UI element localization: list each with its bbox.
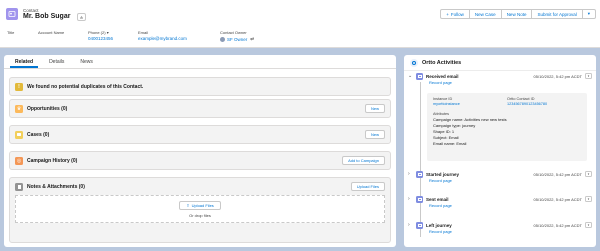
tab-news[interactable]: News [75,55,98,68]
contact-icon [6,8,18,20]
contact-id-label: Ortto Contact ID [507,97,535,101]
new-case-button[interactable]: New Case [468,9,502,19]
duplicates-card: ! We found no potential duplicates of th… [9,77,391,96]
follow-button[interactable]: + Follow [440,9,470,19]
new-opportunity-button[interactable]: New [364,104,385,113]
owner-field: Contact Owner SF Owner ⇄ [220,30,255,42]
attribute-line: Email name: Email [433,141,467,146]
activity-title: Left journey [426,222,452,228]
upload-files-button[interactable]: ⇪ Upload Files [179,200,221,210]
journey-activity-icon [416,221,423,229]
activity-time: 05/10/2022, 5:42 pm ACDT [533,171,582,177]
journey-activity-icon [416,170,423,178]
chevron-right-icon[interactable]: › [408,196,414,202]
activity-item: › Started journey 05/10/2022, 5:42 pm AC… [408,170,592,183]
opportunity-icon: ♛ [15,104,23,113]
email-field: Email example@mybrand.com [138,30,187,41]
activity-time: 05/10/2022, 5:42 pm ACDT [533,73,582,79]
email-link[interactable]: example@mybrand.com [138,36,187,41]
upload-files-header-button[interactable]: Upload Files [350,182,385,191]
record-header: Contact Mr. Bob Sugar ⋔ + Follow New Case… [0,0,600,48]
instance-id-value[interactable]: myorttoinstance [433,102,507,106]
action-buttons: + Follow New Case New Note Submit for App… [440,9,596,19]
ortto-title: Ortto Activities [422,59,462,66]
timeline-line [420,82,421,237]
drop-files-text: Or drop files [189,212,211,218]
record-page-link[interactable]: Record page [429,229,592,234]
ortto-activities-panel: Ortto Activities ⌄ Received email 05/10/… [404,55,596,247]
activity-title: Started journey [426,171,460,177]
email-activity-icon [416,72,423,80]
phone-field: Phone (2) ▾ 0400123456 [88,30,114,41]
more-actions-button[interactable]: ▾ [581,9,596,19]
chevron-down-icon[interactable]: ▾ [107,30,109,35]
phone-link[interactable]: 0400123456 [88,36,113,41]
new-case-related-button[interactable]: New [364,130,385,139]
cases-card: Cases (0) New [9,125,391,144]
contact-id-value[interactable]: 1234567890123456780 [507,102,547,106]
campaign-history-title[interactable]: Campaign History (0) [27,158,342,164]
owner-link[interactable]: SF Owner [227,37,247,42]
activity-menu-button[interactable]: ▾ [585,196,592,202]
activity-menu-button[interactable]: ▾ [585,222,592,228]
campaign-icon: ◎ [15,156,23,165]
tab-related[interactable]: Related [10,55,39,68]
attributes-label: Attributes [433,112,450,116]
activity-item: › Left journey 05/10/2022, 5:42 pm ACDT … [408,221,592,234]
cases-title[interactable]: Cases (0) [27,132,365,138]
file-icon [15,182,23,191]
opportunities-title[interactable]: Opportunities (0) [27,106,365,112]
duplicate-alert-icon: ! [15,82,23,91]
duplicates-message: We found no potential duplicates of this… [27,83,144,90]
record-page-link[interactable]: Record page [429,203,592,208]
activity-time: 05/10/2022, 5:42 pm ACDT [533,196,582,202]
account-field: Account Name [38,30,65,35]
chevron-right-icon[interactable]: › [408,222,414,228]
notes-attachments-card: Notes & Attachments (0) Upload Files ⇪ U… [9,177,391,243]
avatar [220,36,225,42]
case-icon [15,130,23,139]
instance-id-label: Instance ID [433,97,453,101]
record-page-link[interactable]: Record page [429,80,592,85]
change-owner-icon[interactable]: ⇄ [250,36,254,42]
activity-details: Instance ID myorttoinstance Ortto Contac… [427,93,587,161]
activity-menu-button[interactable]: ▾ [585,73,592,79]
upload-icon: ⇪ [186,202,190,208]
new-note-button[interactable]: New Note [500,9,533,19]
email-activity-icon [416,195,423,203]
chevron-right-icon[interactable]: › [408,171,414,177]
campaign-history-card: ◎ Campaign History (0) Add to Campaign [9,151,391,170]
add-to-campaign-button[interactable]: Add to Campaign [342,156,385,165]
hierarchy-icon[interactable]: ⋔ [77,13,86,21]
activity-title: Sent email [426,196,449,202]
title-field: Title [7,30,15,35]
chevron-down-icon[interactable]: ⌄ [408,73,414,79]
activity-item: ⌄ Received email 05/10/2022, 5:42 pm ACD… [408,72,592,85]
submit-for-approval-button[interactable]: Submit for Approval [531,9,583,19]
activity-title: Received email [426,73,459,79]
activity-time: 05/10/2022, 5:42 pm ACDT [533,222,582,228]
highlights-panel: Title Account Name Phone (2) ▾ 040012345… [7,30,600,46]
record-page-link[interactable]: Record page [429,178,592,183]
plus-icon: + [446,11,449,17]
activity-menu-button[interactable]: ▾ [585,171,592,177]
file-drop-zone[interactable]: ⇪ Upload Files Or drop files [15,195,385,223]
ortto-logo-icon [410,58,418,67]
activity-item: › Sent email 05/10/2022, 5:42 pm ACDT ▾ … [408,195,592,208]
notes-title[interactable]: Notes & Attachments (0) [27,184,351,190]
chevron-down-icon: ▾ [587,11,590,16]
record-tabs: Related Details News [4,55,396,69]
opportunities-card: ♛ Opportunities (0) New [9,99,391,118]
record-title: Mr. Bob Sugar [23,13,71,20]
related-panel: Related Details News ! We found no poten… [4,55,396,247]
tab-details[interactable]: Details [44,55,69,68]
